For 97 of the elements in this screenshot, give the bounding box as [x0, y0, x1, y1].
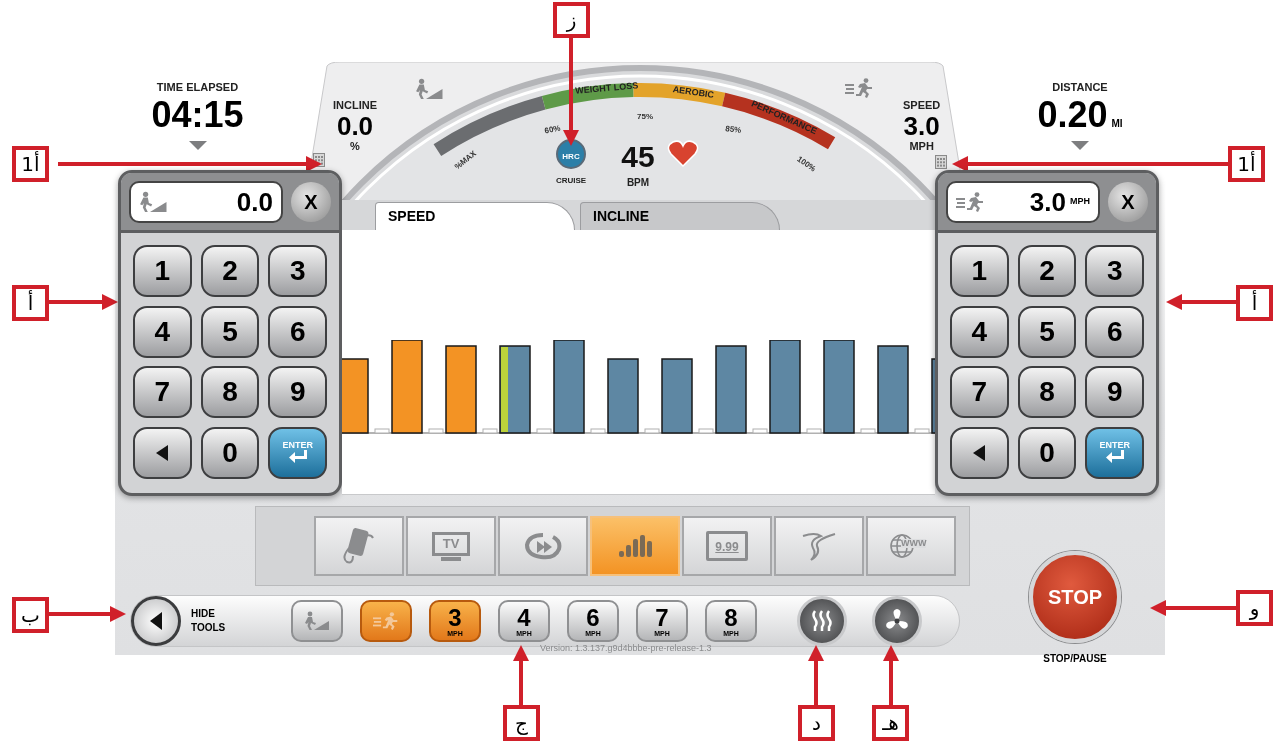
app-tile[interactable]: [314, 516, 404, 576]
heat-waves-icon: [810, 609, 834, 633]
heart-icon: [667, 140, 699, 167]
number-key[interactable]: 4: [133, 305, 192, 358]
stop-pause-label: STOP/PAUSE: [1043, 652, 1107, 666]
callout-arrow: [1166, 294, 1236, 310]
stat-value: 0.20: [1037, 97, 1108, 133]
stop-button[interactable]: STOP: [1029, 551, 1121, 643]
field-value: 3.0: [1029, 188, 1066, 215]
number-key[interactable]: 4: [950, 305, 1009, 358]
value-field[interactable]: 0.0: [129, 180, 283, 223]
number-key[interactable]: 9: [1085, 366, 1144, 418]
number-key[interactable]: 3: [268, 245, 327, 297]
hide-tools-label: HIDE TOOLS: [191, 607, 227, 635]
speed-tool-button[interactable]: [360, 600, 412, 642]
callout-label: هـ: [872, 705, 909, 741]
walker-incline-icon: [139, 190, 168, 213]
walker-incline-icon: [415, 78, 444, 100]
number-key[interactable]: 2: [200, 245, 260, 297]
callout-label: ب: [12, 597, 49, 633]
number-key[interactable]: 1: [133, 245, 192, 297]
tab[interactable]: SPEED: [375, 202, 575, 230]
stat-unit: %: [350, 141, 360, 152]
number-key[interactable]: 9: [268, 366, 327, 418]
zone-label: AEROBIC: [672, 84, 715, 100]
incline-tool-button[interactable]: [291, 600, 343, 642]
app-tile[interactable]: [590, 516, 680, 576]
left-triangle-icon: [150, 612, 162, 630]
number-key[interactable]: 5: [1017, 305, 1077, 358]
heart-rate-unit: BPM: [626, 177, 650, 188]
stat-value: 3.0: [903, 113, 940, 139]
callout-label: أ1: [1228, 146, 1265, 182]
callout-arrow: [48, 294, 118, 310]
number-key[interactable]: 7: [950, 366, 1009, 418]
callout-label: أ1: [12, 146, 49, 182]
callout-arrow: [808, 645, 824, 705]
stat-value: 04:15: [151, 97, 244, 133]
number-key[interactable]: 0: [200, 426, 260, 479]
loop-forward-icon: [523, 531, 563, 561]
zone-tick-label: 85%: [724, 123, 742, 136]
down-triangle-icon: [1071, 141, 1089, 150]
stat-label: INCLINE: [333, 100, 377, 111]
hide-tools-button[interactable]: [131, 596, 181, 646]
runner-speed-icon: [845, 78, 873, 98]
callout-label: ج: [503, 705, 540, 741]
keypad-icon[interactable]: [935, 155, 947, 169]
callout-label: د: [798, 705, 835, 741]
field-unit: MPH: [1070, 194, 1090, 208]
fan-button[interactable]: [872, 596, 922, 646]
app-tile[interactable]: [774, 516, 864, 576]
zone-tick-label: 60%: [543, 123, 562, 136]
number-key[interactable]: 7: [133, 366, 192, 418]
backspace-key[interactable]: [133, 426, 192, 479]
stat-value: 0.0: [336, 113, 374, 139]
field-value: 0.0: [236, 188, 273, 215]
callout-arrow: [513, 645, 529, 705]
number-key[interactable]: 8: [1017, 366, 1077, 418]
clear-button[interactable]: X: [291, 181, 331, 222]
callout-label: أ: [12, 285, 49, 321]
heart-rate-value: 45: [621, 140, 655, 173]
price-display-icon: 9.99: [706, 531, 748, 561]
number-key[interactable]: 0: [1017, 426, 1077, 479]
left-triangle-icon: [973, 444, 986, 461]
number-key[interactable]: 5: [200, 305, 260, 358]
number-key[interactable]: 6: [1085, 305, 1144, 358]
app-tile[interactable]: [498, 516, 588, 576]
hrc-cruise-button[interactable]: HRC: [556, 139, 586, 169]
stat-label: SPEED: [903, 100, 941, 111]
zone-tick-label: 75%: [637, 112, 653, 121]
number-key[interactable]: 6: [268, 305, 327, 358]
callout-label: أ: [1236, 285, 1273, 321]
walker-incline-icon: [304, 611, 330, 631]
version-text: Version: 1.3.137.g9d4bbbe-pre-release-1.3: [540, 642, 712, 655]
callout-arrow: [883, 645, 899, 705]
clear-button[interactable]: X: [1108, 181, 1148, 222]
enter-arrow-icon: [287, 450, 308, 464]
number-key[interactable]: 8: [200, 366, 260, 418]
number-key[interactable]: 3: [1085, 245, 1144, 297]
backspace-key[interactable]: [950, 426, 1009, 479]
stat-label: DISTANCE: [1052, 82, 1108, 93]
bar-chart-icon: [618, 535, 652, 557]
stat-label: TIME ELAPSED: [156, 82, 239, 93]
number-key[interactable]: 2: [1017, 245, 1077, 297]
hrc-caption: CRUISE: [555, 176, 587, 185]
stat-unit: MPH: [909, 141, 934, 152]
heat-button[interactable]: [797, 596, 847, 646]
stat-unit: MI: [1111, 119, 1123, 129]
zone-label: WEIGHT LOSS: [574, 80, 639, 96]
down-triangle-icon: [188, 141, 207, 150]
runner-speed-icon: [373, 612, 399, 630]
runner-speed-icon: [956, 191, 984, 212]
callout-label: ز: [553, 2, 590, 38]
enter-arrow-icon: [1104, 450, 1125, 464]
callout-label: و: [1236, 590, 1273, 626]
tab[interactable]: INCLINE: [580, 202, 780, 230]
number-key[interactable]: 1: [950, 245, 1009, 297]
left-triangle-icon: [156, 444, 169, 461]
